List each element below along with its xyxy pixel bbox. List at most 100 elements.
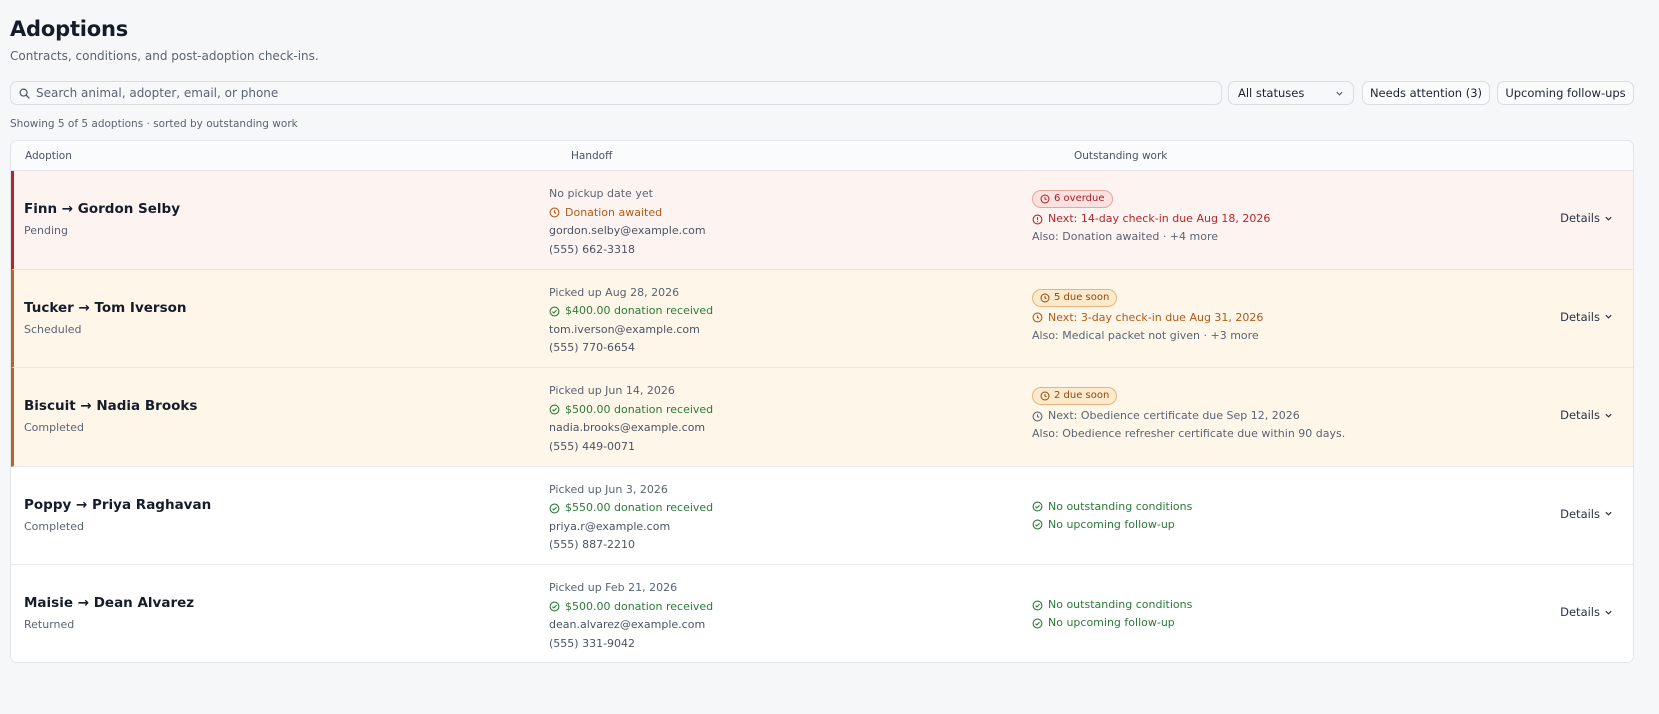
column-header-outstanding-work: Outstanding work	[1074, 150, 1168, 162]
outstanding-work-cell: 6 overdue Next: 14-day check-in due Aug …	[1032, 190, 1270, 246]
adopter-email[interactable]: priya.r@example.com	[549, 518, 713, 537]
adoption-status: Completed	[24, 519, 84, 533]
clock-icon	[1040, 391, 1050, 401]
chevron-down-icon	[1605, 610, 1612, 615]
donation-text: $550.00 donation received	[565, 501, 714, 514]
adopter-email[interactable]: tom.iverson@example.com	[549, 321, 713, 340]
status-filter-value: All statuses	[1238, 86, 1305, 100]
details-label: Details	[1560, 408, 1600, 422]
adopter-email[interactable]: nadia.brooks@example.com	[549, 419, 713, 438]
pickup-info: Picked up Aug 28, 2026	[549, 285, 680, 299]
search-input[interactable]	[36, 86, 1196, 100]
follow-up-text: No upcoming follow-up	[1048, 616, 1175, 629]
also-text: Also: Donation awaited · +4 more	[1032, 230, 1219, 243]
table-row[interactable]: Tucker → Tom Iverson Scheduled Picked up…	[11, 269, 1633, 368]
details-button[interactable]: Details	[1560, 310, 1613, 324]
next-follow-up: Next: 14-day check-in due Aug 18, 2026	[1032, 210, 1270, 228]
clock-icon	[549, 207, 560, 218]
clock-icon	[1040, 292, 1050, 303]
chevron-down-icon	[1605, 314, 1612, 319]
table-row[interactable]: Finn → Gordon Selby Pending No pickup da…	[11, 171, 1633, 270]
page-title: Adoptions	[10, 17, 129, 41]
details-button[interactable]: Details	[1560, 605, 1613, 619]
adoption-title: Maisie → Dean Alvarez	[24, 595, 195, 611]
next-text: Next: 14-day check-in due Aug 18, 2026	[1048, 212, 1271, 225]
toolbar: All statuses Needs attention (3) Upcomin…	[10, 81, 1634, 106]
table-header: Adoption Handoff Outstanding work	[11, 141, 1633, 171]
conditions-text: No outstanding conditions	[1048, 499, 1193, 513]
badge-text: 2 due soon	[1054, 390, 1110, 401]
table-row[interactable]: Poppy → Priya Raghavan Completed Picked …	[11, 466, 1633, 565]
outstanding-work-cell: 5 due soon Next: 3-day check-in due Aug …	[1032, 288, 1263, 345]
adoptions-table: Adoption Handoff Outstanding work Finn →…	[10, 140, 1634, 663]
adoption-status: Completed	[24, 421, 84, 434]
details-button[interactable]: Details	[1560, 408, 1613, 422]
chevron-down-icon	[1336, 91, 1343, 96]
donation-text: $500.00 donation received	[565, 599, 714, 613]
adoption-status: Scheduled	[24, 322, 82, 336]
outstanding-work-cell: No outstanding conditions No upcoming fo…	[1032, 498, 1192, 534]
adopter-phone[interactable]: (555) 662-3318	[549, 241, 706, 260]
adopter-email[interactable]: dean.alvarez@example.com	[549, 616, 713, 635]
clock-icon	[1032, 411, 1043, 421]
chevron-down-icon	[1605, 511, 1612, 516]
details-label: Details	[1560, 506, 1600, 521]
chevron-down-icon	[1605, 413, 1612, 418]
status-badge: 6 overdue	[1032, 190, 1113, 208]
follow-up-status: No upcoming follow-up	[1032, 516, 1192, 534]
search-icon	[19, 88, 30, 99]
needs-attention-button[interactable]: Needs attention (3)	[1362, 81, 1490, 105]
check-circle-icon	[549, 503, 560, 514]
follow-up-text: No upcoming follow-up	[1048, 517, 1175, 531]
adoption-title: Poppy → Priya Raghavan	[24, 496, 212, 513]
check-circle-icon	[1032, 519, 1043, 530]
adoption-title: Finn → Gordon Selby	[24, 201, 181, 217]
column-header-handoff: Handoff	[571, 150, 613, 162]
adopter-phone[interactable]: (555) 770-6654	[549, 339, 713, 358]
pickup-info: No pickup date yet	[549, 187, 653, 200]
handoff-cell: No pickup date yet Donation awaited gord…	[549, 185, 706, 259]
upcoming-follow-ups-button[interactable]: Upcoming follow-ups	[1497, 81, 1634, 105]
status-badge: 5 due soon	[1032, 288, 1118, 307]
pickup-info: Picked up Jun 3, 2026	[549, 482, 668, 496]
clock-icon	[1040, 194, 1050, 204]
donation-text: Donation awaited	[565, 205, 663, 219]
check-circle-icon	[549, 404, 560, 415]
adopter-phone[interactable]: (555) 449-0071	[549, 438, 713, 457]
table-row[interactable]: Maisie → Dean Alvarez Returned Picked up…	[11, 565, 1633, 662]
badge-text: 5 due soon	[1054, 291, 1110, 303]
status-filter-select[interactable]: All statuses	[1228, 81, 1354, 105]
details-label: Details	[1560, 309, 1600, 324]
details-button[interactable]: Details	[1560, 211, 1613, 225]
also-text: Also: Obedience refresher certificate du…	[1032, 427, 1346, 440]
adopter-phone[interactable]: (555) 331-9042	[549, 635, 713, 654]
adopter-email[interactable]: gordon.selby@example.com	[549, 222, 706, 241]
adoption-title: Biscuit → Nadia Brooks	[24, 398, 198, 414]
status-badge: 2 due soon	[1032, 387, 1118, 405]
alert-circle-icon	[1032, 214, 1043, 224]
donation-text: $500.00 donation received	[565, 402, 714, 416]
table-row[interactable]: Biscuit → Nadia Brooks Completed Picked …	[11, 368, 1633, 467]
outstanding-work-cell: 2 due soon Next: Obedience certificate d…	[1032, 387, 1345, 443]
adoption-title: Tucker → Tom Iverson	[24, 299, 187, 316]
chevron-down-icon	[1605, 216, 1612, 221]
page-subtitle: Contracts, conditions, and post-adoption…	[10, 49, 319, 63]
check-circle-icon	[549, 601, 560, 612]
adoption-status: Returned	[24, 618, 75, 631]
outstanding-work-cell: No outstanding conditions No upcoming fo…	[1032, 596, 1192, 632]
donation-status: $500.00 donation received	[549, 401, 713, 420]
follow-up-status: No upcoming follow-up	[1032, 614, 1192, 632]
donation-status: $400.00 donation received	[549, 302, 713, 321]
details-label: Details	[1560, 211, 1600, 225]
pickup-info: Picked up Feb 21, 2026	[549, 581, 678, 594]
column-header-adoption: Adoption	[25, 150, 72, 162]
search-box[interactable]	[10, 81, 1222, 105]
details-button[interactable]: Details	[1560, 507, 1613, 521]
check-circle-icon	[1032, 600, 1043, 610]
next-text: Next: Obedience certificate due Sep 12, …	[1048, 409, 1300, 422]
badge-text: 6 overdue	[1054, 193, 1105, 204]
donation-status: Donation awaited	[549, 204, 706, 223]
adopter-phone[interactable]: (555) 887-2210	[549, 536, 713, 555]
clock-icon	[1032, 312, 1043, 323]
donation-status: $550.00 donation received	[549, 499, 713, 518]
